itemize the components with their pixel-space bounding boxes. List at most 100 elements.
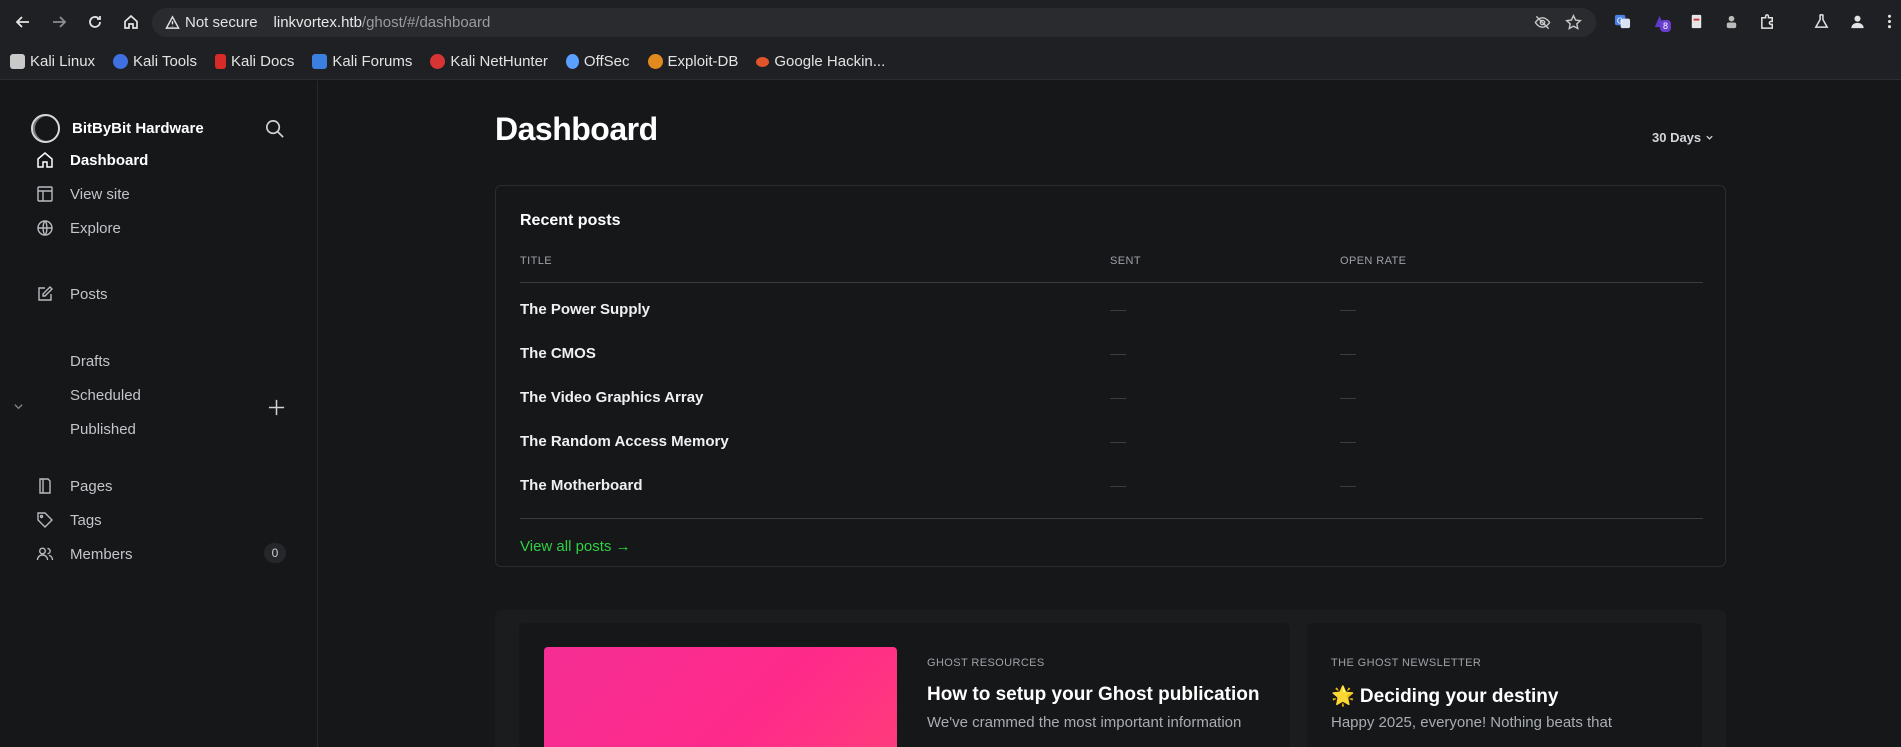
warning-triangle-icon[interactable]: [165, 15, 185, 30]
sidebar-item-drafts[interactable]: Drafts: [70, 353, 110, 370]
robot-extension-icon[interactable]: [1721, 11, 1741, 31]
bookmark-exploit-db[interactable]: Exploit-DB: [647, 53, 739, 70]
newsletter-card[interactable]: THE GHOST NEWSLETTER 🌟 Deciding your des…: [1307, 623, 1702, 747]
empty-sent-value: [1110, 398, 1126, 399]
globe-icon: [36, 219, 54, 237]
empty-sent-value: [1110, 486, 1126, 487]
sidebar-item-label: Posts: [70, 285, 108, 303]
empty-sent-value: [1110, 442, 1126, 443]
resource-description: We've crammed the most important informa…: [927, 714, 1242, 731]
tag-icon: [36, 511, 54, 529]
table-row-post-title[interactable]: The CMOS: [520, 345, 596, 362]
pages-icon: [36, 477, 54, 495]
chevron-down-icon[interactable]: [13, 399, 24, 417]
sidebar-item-published[interactable]: Published: [70, 421, 136, 438]
sidebar-item-explore[interactable]: Explore: [36, 219, 121, 237]
sidebar-item-scheduled[interactable]: Scheduled: [70, 387, 141, 404]
newsletter-title[interactable]: 🌟 Deciding your destiny: [1331, 684, 1558, 708]
bookmark-ghdb[interactable]: Google Hackin...: [756, 53, 885, 70]
bookmark-label: Kali Docs: [230, 53, 295, 70]
resource-title[interactable]: How to setup your Ghost publication: [927, 684, 1260, 706]
table-row-post-title[interactable]: The Power Supply: [520, 301, 650, 318]
table-row-post-title[interactable]: The Random Access Memory: [520, 433, 729, 450]
browser-toolbar: Not secure linkvortex.htb /ghost/#/dashb…: [0, 0, 1901, 44]
translate-extension-icon[interactable]: G: [1612, 11, 1632, 31]
sidebar-item-label: Explore: [70, 219, 121, 237]
bookmark-star-icon[interactable]: [1565, 14, 1582, 35]
empty-sent-value: [1110, 310, 1126, 311]
bookmark-label: Kali Linux: [30, 53, 96, 70]
address-bar[interactable]: Not secure linkvortex.htb /ghost/#/dashb…: [152, 8, 1596, 37]
bookmark-label: Exploit-DB: [667, 53, 739, 70]
labs-flask-icon[interactable]: [1811, 11, 1831, 31]
empty-open-rate-value: [1340, 310, 1356, 311]
bookmark-kali-nethunter[interactable]: Kali NetHunter: [430, 53, 548, 70]
extension-badge: 8: [1660, 20, 1672, 32]
empty-open-rate-value: [1340, 486, 1356, 487]
admin-sidebar: BitByBit Hardware Dashboard View site Ex…: [0, 81, 318, 747]
resources-section: GHOST RESOURCES How to setup your Ghost …: [495, 610, 1726, 747]
sidebar-item-posts[interactable]: Posts: [36, 285, 108, 303]
empty-open-rate-value: [1340, 442, 1356, 443]
members-icon: [36, 545, 54, 563]
newsletter-description: Happy 2025, everyone! Nothing beats that: [1331, 714, 1613, 731]
bookmark-kali-tools[interactable]: Kali Tools: [113, 53, 197, 70]
url-host: linkvortex.htb: [273, 14, 362, 31]
site-brand[interactable]: BitByBit Hardware: [31, 114, 204, 143]
resource-feature-image: [544, 647, 897, 747]
url-path: /ghost/#/dashboard: [361, 14, 491, 31]
table-row-post-title[interactable]: The Motherboard: [520, 477, 643, 494]
chevron-down-icon: [1705, 130, 1714, 145]
security-label[interactable]: Not secure: [185, 14, 258, 31]
profile-icon[interactable]: [1847, 11, 1867, 31]
bookmark-label: Google Hackin...: [774, 53, 886, 70]
sidebar-item-view-site[interactable]: View site: [36, 185, 130, 203]
puzzle-extensions-icon[interactable]: [1757, 11, 1777, 31]
table-row-post-title[interactable]: The Video Graphics Array: [520, 389, 703, 406]
forward-arrow-icon[interactable]: [46, 9, 72, 35]
bookmark-label: Kali NetHunter: [450, 53, 548, 70]
new-post-plus-icon[interactable]: [267, 398, 286, 422]
edit-icon: [36, 285, 54, 303]
main-content: Dashboard 30 Days Recent posts TITLE SEN…: [319, 81, 1901, 747]
sidebar-item-pages[interactable]: Pages: [36, 477, 113, 495]
bookmark-kali-docs[interactable]: Kali Docs: [214, 53, 295, 70]
wizard-extension-icon[interactable]: 8: [1650, 11, 1672, 32]
bookmark-kali-forums[interactable]: Kali Forums: [312, 53, 412, 70]
kali-forums-icon: [312, 54, 328, 69]
sidebar-item-label: View site: [70, 185, 130, 203]
nethunter-icon: [430, 54, 446, 69]
empty-sent-value: [1110, 354, 1126, 355]
svg-text:G: G: [1616, 16, 1622, 25]
sidebar-item-label: Members: [70, 545, 133, 563]
recent-posts-card: Recent posts TITLE SENT OPEN RATE The Po…: [495, 185, 1726, 567]
sidebar-item-label: Tags: [70, 511, 102, 529]
bookmark-label: OffSec: [583, 53, 630, 70]
kali-tools-icon: [113, 54, 129, 69]
ghost-resources-card[interactable]: GHOST RESOURCES How to setup your Ghost …: [519, 623, 1290, 747]
eye-off-icon[interactable]: [1534, 14, 1551, 35]
search-icon[interactable]: [264, 118, 285, 144]
view-all-posts-link[interactable]: View all posts →: [520, 538, 631, 555]
kali-docs-icon: [214, 54, 226, 69]
layout-icon: [36, 185, 54, 203]
table-divider: [520, 518, 1703, 519]
column-header-sent: SENT: [1110, 255, 1141, 267]
back-arrow-icon[interactable]: [10, 9, 36, 35]
site-logo-icon: [31, 114, 60, 143]
sidebar-item-members[interactable]: Members: [36, 545, 133, 563]
site-name: BitByBit Hardware: [72, 120, 204, 137]
bookmark-label: Kali Forums: [332, 53, 413, 70]
document-extension-icon[interactable]: [1686, 11, 1706, 31]
exploit-db-icon: [647, 54, 663, 69]
bookmark-offsec[interactable]: OffSec: [565, 53, 630, 70]
sidebar-item-tags[interactable]: Tags: [36, 511, 102, 529]
reload-icon[interactable]: [82, 9, 108, 35]
bookmark-kali-linux[interactable]: Kali Linux: [10, 53, 95, 70]
date-range-dropdown[interactable]: 30 Days: [1652, 130, 1714, 145]
kebab-menu-icon[interactable]: [1879, 11, 1899, 31]
home-icon[interactable]: [118, 9, 144, 35]
sidebar-item-dashboard[interactable]: Dashboard: [36, 151, 148, 169]
sidebar-item-label: Pages: [70, 477, 113, 495]
newsletter-kicker: THE GHOST NEWSLETTER: [1331, 657, 1482, 669]
